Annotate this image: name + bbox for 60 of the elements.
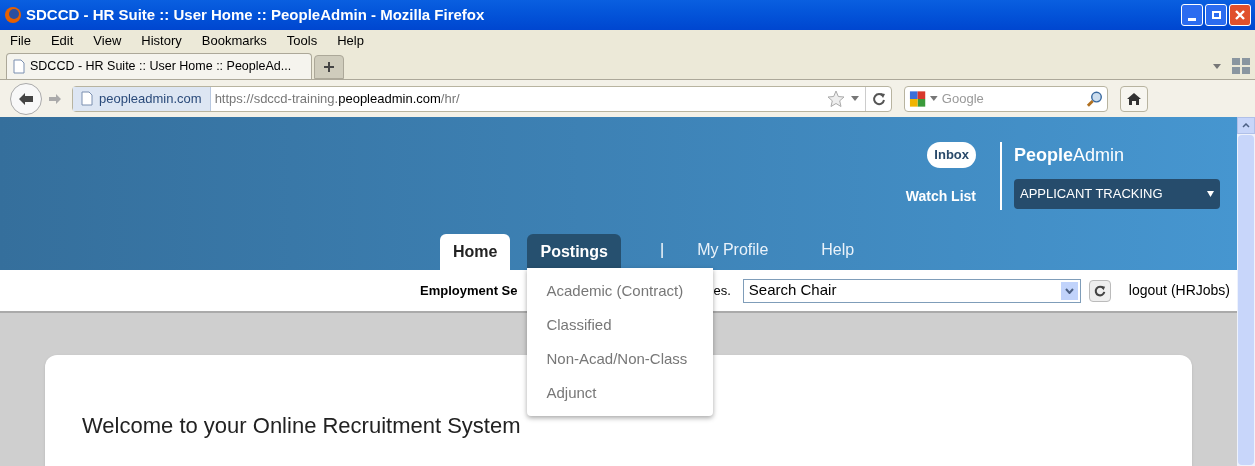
close-icon [1234, 9, 1246, 21]
back-button[interactable] [10, 82, 42, 115]
employment-text: es. [713, 281, 731, 300]
scroll-up-icon [1242, 123, 1250, 128]
nav-tab[interactable]: Postings [527, 234, 621, 270]
nav-separator: | [660, 240, 665, 260]
scrollbar[interactable] [1237, 117, 1255, 466]
menu-item[interactable]: View [93, 31, 122, 51]
tab-title: SDCCD - HR Suite :: User Home :: PeopleAd... [30, 58, 292, 76]
dropdown-item[interactable]: Classified [527, 308, 714, 342]
search-icon[interactable] [1085, 89, 1103, 108]
search-field[interactable]: Google [904, 85, 1108, 112]
star-icon[interactable] [827, 89, 845, 108]
caret-icon [1213, 64, 1221, 69]
watch-list-link[interactable]: Watch List [905, 185, 976, 207]
nav-link[interactable]: My Profile [697, 238, 769, 262]
welcome-heading: Welcome to your Online Recruitment System [82, 412, 522, 440]
new-tab-button[interactable] [314, 55, 344, 79]
search-engine-icon [909, 89, 927, 108]
caret-icon [851, 96, 859, 101]
back-arrow-icon [18, 91, 34, 106]
menu-item[interactable]: History [141, 31, 182, 51]
close-button[interactable] [1229, 4, 1251, 26]
caret-icon [1207, 191, 1214, 197]
dropdown-item[interactable]: Academic (Contract) [527, 274, 714, 308]
site-identity[interactable]: peopleadmin.com [73, 86, 211, 111]
logout-link[interactable]: logout (HRJobs) [1128, 280, 1230, 301]
brand-logo: PeopleAdmin [1014, 144, 1126, 167]
inbox-pill[interactable]: Inbox [927, 142, 976, 168]
product-select[interactable]: APPLICANT TRACKING [1014, 179, 1220, 209]
caret-icon [930, 96, 938, 101]
window-title: SDCCD - HR Suite :: User Home :: PeopleAdmin - Mozilla Firefox [26, 4, 486, 25]
chevron-icon [1064, 287, 1074, 294]
home-icon [1126, 91, 1142, 106]
reload-icon [871, 91, 886, 106]
minimize-button[interactable] [1181, 4, 1203, 26]
refresh-icon [1093, 284, 1106, 297]
menu-item[interactable]: Edit [50, 31, 74, 51]
browser-tab[interactable]: SDCCD - HR Suite :: User Home :: PeopleAd... [6, 53, 312, 79]
search-select[interactable]: Search Chair [742, 278, 1081, 303]
dropdown-item[interactable]: Non-Acad/Non-Class [527, 342, 714, 376]
browser-logo-icon [4, 6, 22, 24]
page-icon [13, 59, 25, 74]
identity-text: peopleadmin.com [99, 89, 202, 108]
tab-groups-icon [1231, 57, 1251, 75]
page-icon [81, 91, 93, 106]
address-field[interactable]: peopleadmin.com https://sdccd-training.peopleadmin.com/hr/ [72, 85, 892, 112]
plus-icon [323, 61, 335, 73]
restore-button[interactable] [1205, 4, 1227, 26]
nav-tab[interactable]: Home [440, 234, 511, 270]
refresh-button[interactable] [1088, 279, 1111, 302]
dropdown-item[interactable]: Adjunct [527, 376, 714, 410]
home-button[interactable] [1120, 85, 1148, 112]
url-text: https://sdccd-training.peopleadmin.com/hr/ [214, 89, 461, 108]
menu-item[interactable]: File [10, 31, 31, 51]
search-input[interactable]: Google [941, 88, 1082, 109]
employment-text: Employment Se [419, 281, 518, 300]
menu-item[interactable]: Tools [286, 31, 318, 51]
menu-item[interactable]: Bookmarks [201, 31, 267, 51]
menu-item[interactable]: Help [337, 31, 364, 51]
